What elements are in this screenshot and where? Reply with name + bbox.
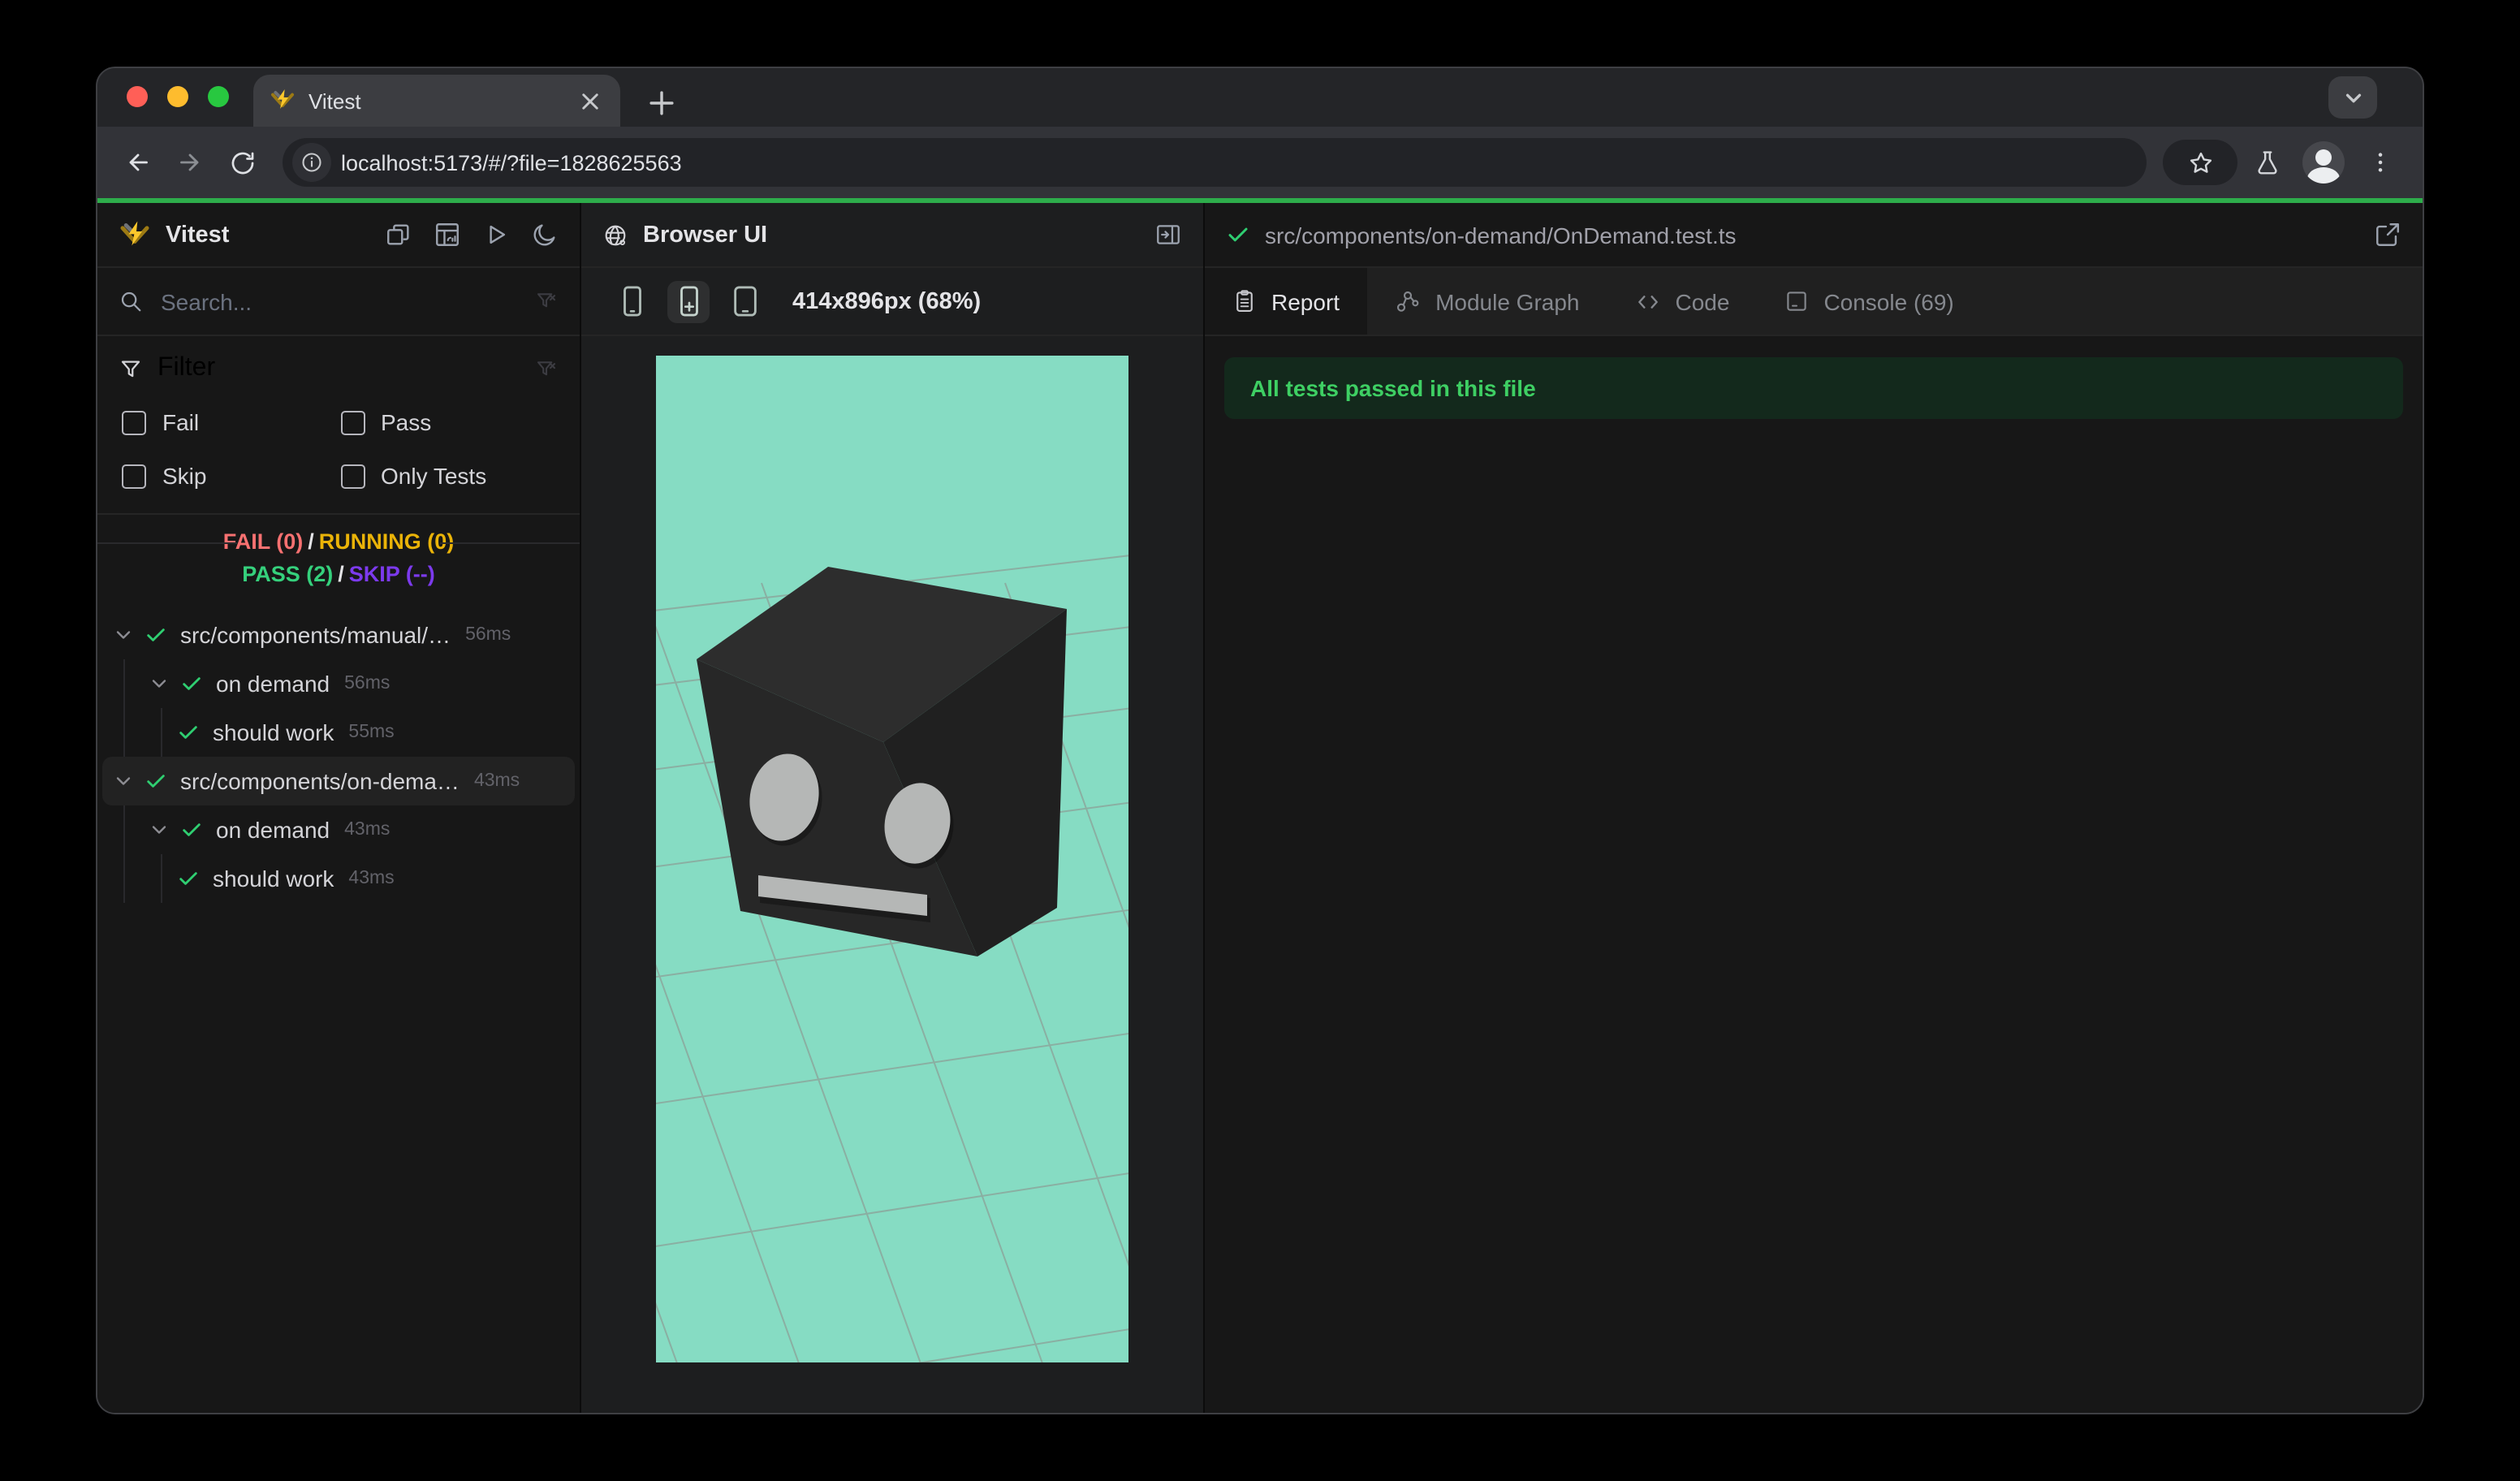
globe-icon xyxy=(602,222,628,248)
checkbox-box[interactable] xyxy=(340,464,365,488)
report-tabbar: Report Module Graph Code Console (69) xyxy=(1205,268,2423,336)
url-text: localhost:5173/#/?file=1828625563 xyxy=(341,150,682,175)
report-clipboard-icon xyxy=(1232,289,1257,313)
funnel-icon xyxy=(119,356,143,381)
tab-close-icon[interactable] xyxy=(575,86,604,115)
tree-row-file[interactable]: src/components/manual/… 56ms xyxy=(102,611,575,659)
search-icon xyxy=(119,289,143,313)
pass-check-icon xyxy=(180,818,203,841)
device-phone-add-button[interactable] xyxy=(667,280,710,322)
reload-button[interactable] xyxy=(218,138,266,187)
filter-section: Filter Fail Pass Skip Only Tests xyxy=(97,336,580,515)
traffic-lights xyxy=(127,86,229,107)
url-bar[interactable]: localhost:5173/#/?file=1828625563 xyxy=(283,138,2147,187)
report-panel: src/components/on-demand/OnDemand.test.t… xyxy=(1205,203,2423,1413)
chevron-down-icon[interactable] xyxy=(112,624,135,646)
test-viewport[interactable] xyxy=(656,356,1128,1362)
tab-report[interactable]: Report xyxy=(1205,268,1368,335)
checkbox-pass[interactable]: Pass xyxy=(340,406,559,438)
sidebar: Vitest Search... Filter Fail Pass Skip O… xyxy=(97,203,581,1413)
forward-button[interactable] xyxy=(166,138,214,187)
zoom-window-button[interactable] xyxy=(208,86,229,107)
robot-cube xyxy=(697,567,1067,956)
checkbox-fail[interactable]: Fail xyxy=(122,406,340,438)
all-tests-passed-banner: All tests passed in this file xyxy=(1224,357,2403,419)
checkbox-box[interactable] xyxy=(122,410,146,434)
pass-check-icon xyxy=(145,770,167,792)
browser-toolbar: localhost:5173/#/?file=1828625563 xyxy=(97,127,2423,198)
collapse-windows-icon[interactable] xyxy=(385,221,412,248)
browser-window: Vitest localhost:5173/#/?file=1828625563… xyxy=(96,67,2424,1414)
tree-row-test[interactable]: should work 55ms xyxy=(102,708,575,757)
sidebar-title: Vitest xyxy=(166,222,230,248)
browser-ui-title: Browser UI xyxy=(643,222,768,248)
test-file-path: src/components/on-demand/OnDemand.test.t… xyxy=(1265,222,1737,248)
summary-line-1: FAIL (0) / RUNNING (0) xyxy=(222,529,455,554)
panel-right-icon[interactable] xyxy=(1154,221,1182,248)
browser-ui-header: Browser UI xyxy=(581,203,1203,268)
sidebar-header: Vitest xyxy=(97,203,580,268)
tree-row-test[interactable]: should work 43ms xyxy=(102,854,575,903)
pass-check-icon xyxy=(1226,222,1250,247)
viewport-size-label: 414x896px (68%) xyxy=(792,288,982,314)
threejs-scene xyxy=(656,555,1128,1362)
tab-console[interactable]: Console (69) xyxy=(1757,268,1981,335)
filter-checkboxes: Fail Pass Skip Only Tests xyxy=(119,406,559,492)
tab-code[interactable]: Code xyxy=(1607,268,1758,335)
tree-row-suite[interactable]: on demand 56ms xyxy=(102,659,575,708)
tab-title: Vitest xyxy=(309,89,361,113)
tab-module-graph[interactable]: Module Graph xyxy=(1367,268,1607,335)
browser-tab[interactable]: Vitest xyxy=(253,75,620,127)
module-graph-icon xyxy=(1395,288,1421,314)
new-tab-button[interactable] xyxy=(640,81,682,123)
browser-ui-panel: Browser UI 414x896px (68%) xyxy=(581,203,1205,1413)
vitest-favicon xyxy=(271,89,294,109)
pass-check-icon xyxy=(177,721,200,744)
experiments-flask-icon[interactable] xyxy=(2241,136,2293,188)
vitest-app: Vitest Search... Filter Fail Pass Skip O… xyxy=(97,203,2423,1413)
checkbox-box[interactable] xyxy=(340,410,365,434)
filter-title: Filter xyxy=(158,354,216,382)
report-header: src/components/on-demand/OnDemand.test.t… xyxy=(1205,203,2423,268)
bookmark-star-icon[interactable] xyxy=(2163,140,2237,185)
site-info-icon[interactable] xyxy=(292,143,331,182)
console-icon xyxy=(1784,289,1809,313)
tree-row-file-selected[interactable]: src/components/on-dema… 43ms xyxy=(102,757,575,805)
summary-line-2: PASS (2) / SKIP (--) xyxy=(242,562,435,586)
tab-strip: Vitest xyxy=(97,68,2423,127)
test-summary: FAIL (0) / RUNNING (0) PASS (2) / SKIP (--) xyxy=(97,515,580,606)
test-tree: src/components/manual/… 56ms on demand 5… xyxy=(97,611,580,903)
report-content: All tests passed in this file xyxy=(1205,336,2423,419)
device-phone-small-button[interactable] xyxy=(611,280,653,322)
checkbox-skip[interactable]: Skip xyxy=(122,460,340,492)
tab-search-chevron-button[interactable] xyxy=(2328,76,2377,119)
checkbox-box[interactable] xyxy=(122,464,146,488)
close-window-button[interactable] xyxy=(127,86,148,107)
dark-mode-moon-icon[interactable] xyxy=(531,221,559,248)
checkbox-only-tests[interactable]: Only Tests xyxy=(340,460,559,492)
pass-check-icon xyxy=(177,867,200,890)
vitest-logo xyxy=(120,220,149,245)
search-row xyxy=(97,268,580,336)
search-input[interactable] xyxy=(158,287,520,316)
device-phone-large-button[interactable] xyxy=(724,280,766,322)
chevron-down-icon[interactable] xyxy=(112,770,135,792)
minimize-window-button[interactable] xyxy=(167,86,188,107)
menu-dots-icon[interactable] xyxy=(2354,136,2406,188)
code-icon xyxy=(1635,288,1661,314)
clear-search-filter-icon[interactable] xyxy=(534,289,559,313)
profile-avatar[interactable] xyxy=(2302,141,2345,184)
chevron-down-icon[interactable] xyxy=(148,672,170,695)
run-all-play-icon[interactable] xyxy=(482,221,510,248)
open-external-icon[interactable] xyxy=(2374,221,2401,248)
clear-filter-icon[interactable] xyxy=(534,356,559,381)
back-button[interactable] xyxy=(114,138,162,187)
chevron-down-icon[interactable] xyxy=(148,818,170,841)
device-toolbar: 414x896px (68%) xyxy=(581,268,1203,336)
screen: Vitest localhost:5173/#/?file=1828625563… xyxy=(0,0,2520,1481)
dashboard-report-icon[interactable] xyxy=(434,221,461,248)
tree-row-suite[interactable]: on demand 43ms xyxy=(102,805,575,854)
pass-check-icon xyxy=(180,672,203,695)
pass-check-icon xyxy=(145,624,167,646)
